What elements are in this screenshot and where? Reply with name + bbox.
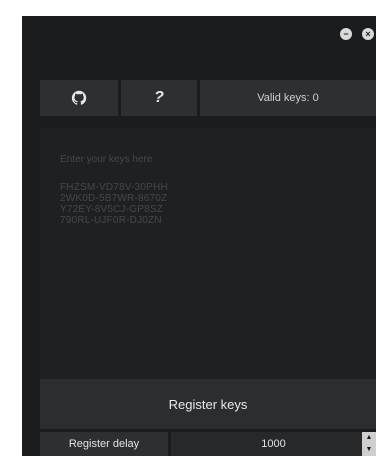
register-delay-row: Register delay 1000 ▲ ▼ [40,432,376,456]
github-button[interactable] [40,80,118,116]
key-line: 790RL-UJF0R-DJ0ZN [60,215,162,226]
github-icon [71,90,87,105]
minimize-icon[interactable]: − [340,28,352,40]
help-button[interactable]: ? [121,80,197,116]
keys-list: FHZSM-VD78V-30PHH 2WK0D-5B7WR-8670Z Y72E… [60,182,168,226]
register-delay-input[interactable]: 1000 ▲ ▼ [171,432,376,456]
app-window: − × ? Valid keys: 0 Enter your keys here… [22,16,376,456]
key-line: FHZSM-VD78V-30PHH [60,182,168,193]
close-icon[interactable]: × [362,28,374,40]
register-keys-button[interactable]: Register keys [40,379,376,429]
spinner-up-icon[interactable]: ▲ [362,432,376,444]
keys-placeholder: Enter your keys here [60,154,153,165]
register-delay-value: 1000 [261,438,286,450]
spinner-down-icon[interactable]: ▼ [362,444,376,456]
key-line: Y72EY-8V5CJ-GP8SZ [60,204,164,215]
help-icon: ? [154,89,164,106]
keys-textarea[interactable]: Enter your keys here FHZSM-VD78V-30PHH 2… [40,128,376,382]
key-line: 2WK0D-5B7WR-8670Z [60,193,168,204]
register-keys-label: Register keys [168,396,248,412]
toolbar: ? Valid keys: 0 [40,80,376,116]
valid-keys-label: Valid keys: 0 [257,92,319,104]
register-delay-label: Register delay [40,432,168,456]
valid-keys-indicator: Valid keys: 0 [200,80,376,116]
title-bar: − × [22,16,376,52]
delay-spinner[interactable]: ▲ ▼ [362,432,376,456]
